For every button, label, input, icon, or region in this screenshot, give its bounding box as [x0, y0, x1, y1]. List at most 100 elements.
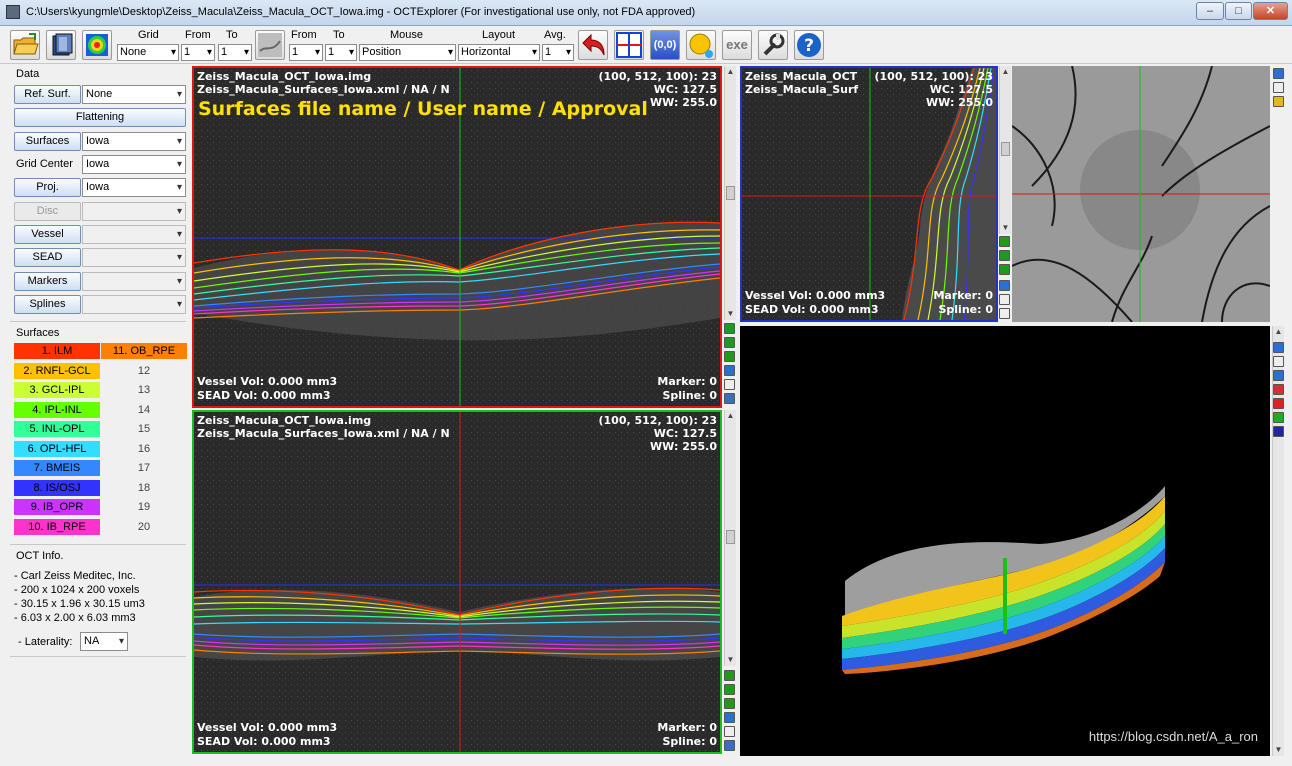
grid-center-select[interactable]: Iowa — [82, 155, 186, 174]
settings-button[interactable] — [758, 30, 788, 60]
marker-button[interactable] — [686, 30, 716, 60]
surfaces-select[interactable]: Iowa — [82, 132, 186, 151]
laterality-select[interactable]: NA — [80, 632, 128, 651]
ref-surf-button[interactable]: Ref. Surf. — [14, 85, 81, 104]
proj-button[interactable]: Proj. — [14, 178, 81, 197]
from-select-2[interactable]: 1 — [289, 44, 323, 61]
layers-icon[interactable] — [1273, 384, 1284, 395]
zoom-in-icon[interactable] — [724, 323, 735, 334]
scroll-thumb[interactable] — [1001, 142, 1010, 156]
help-button[interactable]: ? — [794, 30, 824, 60]
camera-icon[interactable] — [999, 280, 1010, 291]
surface-item[interactable]: 4. IPL-INL — [14, 401, 100, 419]
scroll-down-icon[interactable]: ▼ — [725, 654, 736, 666]
zoom-out-icon[interactable] — [724, 684, 735, 695]
save-icon[interactable] — [1273, 356, 1284, 367]
zoom-out-icon[interactable] — [999, 250, 1010, 261]
scroll-up-icon[interactable]: ▲ — [725, 410, 736, 422]
splines-button[interactable]: Splines — [14, 295, 81, 314]
vessel-button[interactable]: Vessel — [14, 225, 81, 244]
save-icon[interactable] — [999, 294, 1010, 305]
scroll-up-icon[interactable]: ▲ — [1273, 326, 1284, 338]
scroll-down-icon[interactable]: ▼ — [1000, 222, 1011, 234]
fundus-image-button[interactable] — [255, 30, 285, 60]
zoom-reset-icon[interactable] — [724, 698, 735, 709]
bscan-top-scrollbar[interactable]: ▲ ▼ — [724, 66, 736, 320]
grid-blue-icon[interactable] — [1273, 426, 1284, 437]
sead-button[interactable]: SEAD — [14, 248, 81, 267]
camera-icon[interactable] — [1273, 342, 1284, 353]
surface-item[interactable]: 9. IB_OPR — [14, 499, 100, 516]
rotate-icon[interactable] — [1273, 370, 1284, 381]
ref-surf-select[interactable]: None — [82, 85, 186, 104]
flattening-button[interactable]: Flattening — [14, 108, 186, 127]
surface-item[interactable]: 11. OB_RPE — [101, 343, 187, 360]
surface-item[interactable]: 17 — [101, 460, 187, 477]
crosshair-button[interactable] — [614, 30, 644, 60]
coordinates-button[interactable]: (0,0) — [650, 30, 680, 60]
grid-select[interactable]: None — [117, 44, 179, 61]
surface-item[interactable]: 13 — [101, 382, 187, 399]
zoom-out-icon[interactable] — [724, 337, 735, 348]
zoom-reset-icon[interactable] — [999, 264, 1010, 275]
close-button[interactable]: ✕ — [1253, 2, 1288, 20]
surface-item[interactable]: 6. OPL-HFL — [14, 440, 100, 458]
disc-select[interactable] — [82, 202, 186, 221]
avg-select[interactable]: 1 — [542, 44, 574, 61]
grid-green-icon[interactable] — [1273, 412, 1284, 423]
surfaces-button[interactable]: Surfaces — [14, 132, 81, 151]
to-select-1[interactable]: 1 — [218, 44, 252, 61]
surface-item[interactable]: 16 — [101, 441, 187, 458]
markers-button[interactable]: Markers — [14, 272, 81, 291]
surface-item[interactable]: 2. RNFL-GCL — [14, 362, 100, 380]
bscan-view-bottom[interactable]: Zeiss_Macula_OCT_Iowa.img Zeiss_Macula_S… — [192, 410, 722, 754]
layout-select[interactable]: Horizontal — [458, 44, 540, 61]
maximize-button[interactable]: □ — [1225, 2, 1252, 20]
sagittal-view[interactable]: Zeiss_Macula_OCT Zeiss_Macula_Surf (100,… — [740, 66, 998, 322]
surface-item[interactable]: 10. IB_RPE — [14, 518, 100, 536]
grid-red-icon[interactable] — [1273, 398, 1284, 409]
camera-icon[interactable] — [724, 365, 735, 376]
markers-select[interactable] — [82, 272, 186, 291]
surface-item[interactable]: 1. ILM — [14, 343, 100, 360]
save-icon[interactable] — [724, 379, 735, 390]
splines-select[interactable] — [82, 295, 186, 314]
surface-item[interactable]: 20 — [101, 519, 187, 536]
mouse-select[interactable]: Position — [359, 44, 456, 61]
minimize-button[interactable]: ‒ — [1196, 2, 1224, 20]
scroll-down-icon[interactable]: ▼ — [725, 308, 736, 320]
bscan-view-top[interactable]: Zeiss_Macula_OCT_Iowa.img Zeiss_Macula_S… — [192, 66, 722, 408]
scroll-thumb[interactable] — [726, 186, 735, 200]
scroll-up-icon[interactable]: ▲ — [725, 66, 736, 78]
surface-item[interactable]: 18 — [101, 480, 187, 497]
to-select-2[interactable]: 1 — [325, 44, 357, 61]
overlay-toggle-icon[interactable] — [1273, 96, 1284, 107]
vessel-select[interactable] — [82, 225, 186, 244]
save-icon[interactable] — [1273, 82, 1284, 93]
thickness-map-button[interactable] — [82, 30, 112, 60]
bscan-bottom-scrollbar[interactable]: ▲ ▼ — [724, 410, 736, 666]
surface-item[interactable]: 14 — [101, 402, 187, 419]
sead-select[interactable] — [82, 248, 186, 267]
scroll-down-icon[interactable]: ▼ — [1273, 744, 1284, 756]
surface-item[interactable]: 12 — [101, 363, 187, 380]
export-icon[interactable] — [724, 393, 735, 404]
surface-item[interactable]: 15 — [101, 421, 187, 438]
open-folder-button[interactable] — [10, 30, 40, 60]
disc-button[interactable]: Disc — [14, 202, 81, 221]
undo-button[interactable] — [578, 30, 608, 60]
sagittal-scrollbar[interactable]: ▲ ▼ — [999, 66, 1011, 234]
zoom-reset-icon[interactable] — [724, 351, 735, 362]
surface-item[interactable]: 5. INL-OPL — [14, 421, 100, 438]
zoom-in-icon[interactable] — [999, 236, 1010, 247]
export-icon[interactable] — [999, 308, 1010, 319]
scroll-up-icon[interactable]: ▲ — [1000, 66, 1011, 78]
export-icon[interactable] — [724, 740, 735, 751]
surface-item[interactable]: 8. IS/OSJ — [14, 479, 100, 497]
exe-button[interactable]: exe — [722, 30, 752, 60]
save-icon[interactable] — [724, 726, 735, 737]
surface-item[interactable]: 19 — [101, 499, 187, 516]
proj-select[interactable]: Iowa — [82, 178, 186, 197]
volume-view-button[interactable] — [46, 30, 76, 60]
camera-icon[interactable] — [1273, 68, 1284, 79]
